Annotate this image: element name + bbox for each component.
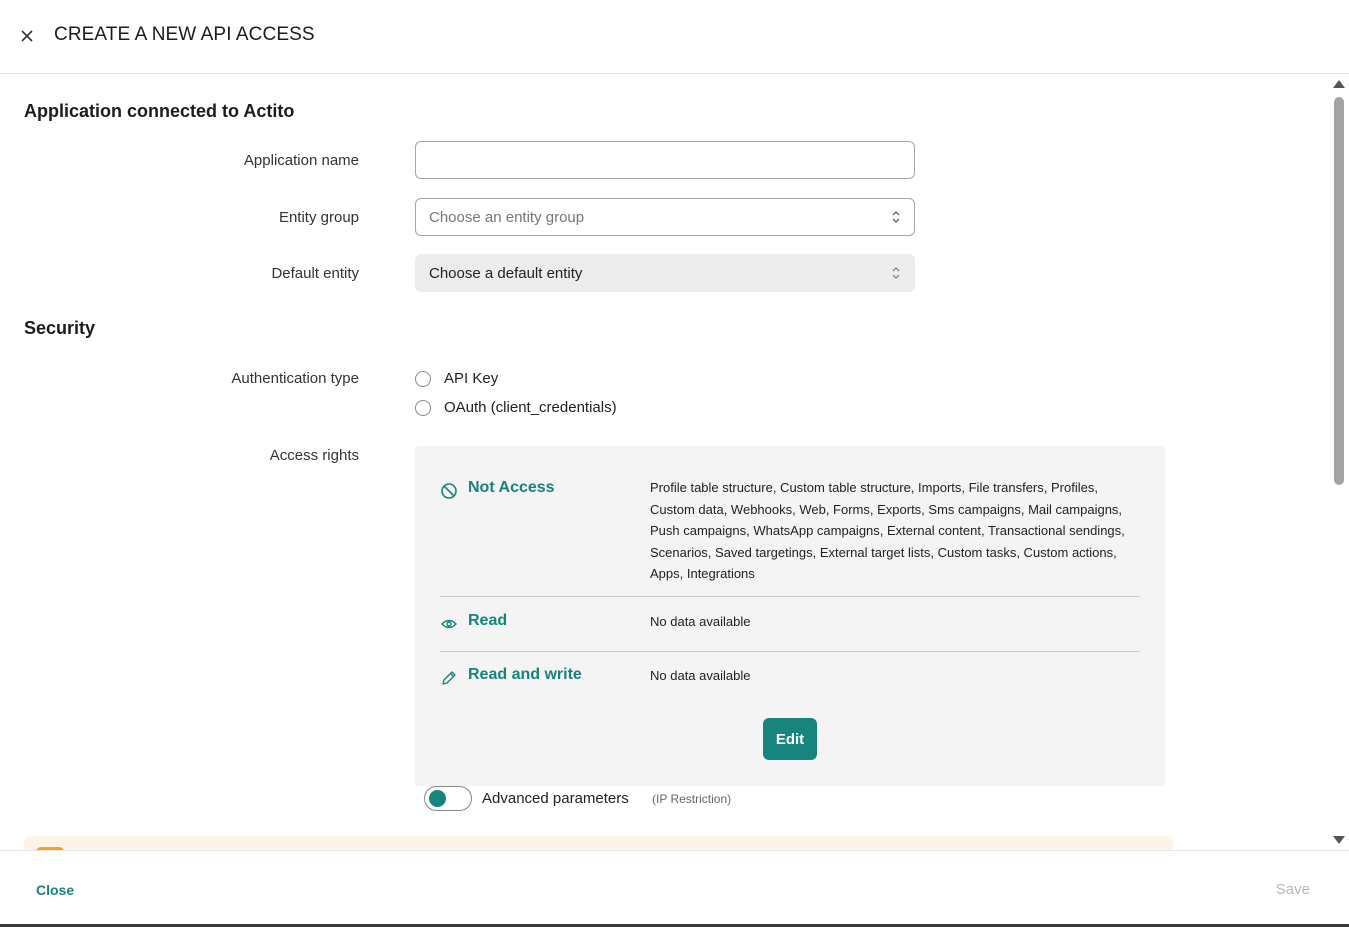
application-name-input[interactable] bbox=[415, 141, 915, 179]
section-title-application: Application connected to Actito bbox=[24, 101, 295, 121]
advanced-parameters-hint: (IP Restriction) bbox=[652, 792, 732, 806]
access-row-title: Read bbox=[468, 612, 508, 629]
close-icon[interactable] bbox=[18, 27, 36, 45]
access-row-text: No data available bbox=[650, 668, 751, 683]
block-icon bbox=[441, 483, 457, 499]
toggle-knob bbox=[429, 790, 446, 807]
entity-group-select[interactable]: Choose an entity group bbox=[415, 198, 915, 236]
divider bbox=[440, 651, 1140, 652]
access-row-title: Read and write bbox=[468, 666, 582, 683]
access-rights-label: Access rights bbox=[269, 447, 359, 464]
dialog-footer: Close Save bbox=[0, 850, 1349, 925]
entity-group-label: Entity group bbox=[278, 209, 359, 226]
scroll-up-arrow-icon[interactable] bbox=[1333, 80, 1345, 88]
eye-icon bbox=[441, 619, 457, 629]
default-entity-label: Default entity bbox=[271, 265, 359, 282]
section-title-security: Security bbox=[24, 318, 96, 338]
radio-oauth[interactable]: OAuth (client_credentials) bbox=[415, 399, 617, 416]
radio-label-api-key: API Key bbox=[444, 370, 499, 387]
radio-circle[interactable] bbox=[415, 399, 431, 416]
entity-group-placeholder: Choose an entity group bbox=[429, 208, 585, 226]
access-row-title: Not Access bbox=[468, 479, 555, 496]
radio-label-oauth: OAuth (client_credentials) bbox=[444, 399, 617, 416]
default-entity-select[interactable]: Choose a default entity bbox=[415, 254, 915, 292]
close-button[interactable]: Close bbox=[36, 882, 74, 898]
default-entity-value: Choose a default entity bbox=[429, 264, 583, 282]
scroll-down-arrow-icon[interactable] bbox=[1333, 836, 1345, 844]
advanced-parameters-label: Advanced parameters bbox=[482, 790, 629, 807]
pencil-icon bbox=[442, 671, 456, 685]
chevron-up-down-icon bbox=[892, 267, 900, 279]
authentication-type-label: Authentication type bbox=[231, 370, 359, 387]
access-row-text: No data available bbox=[650, 614, 751, 629]
access-rights-panel: Not Access Profile table structure, Cust… bbox=[415, 446, 1165, 786]
advanced-parameters-toggle[interactable] bbox=[424, 786, 472, 811]
chevron-up-down-icon bbox=[892, 211, 900, 223]
save-button[interactable]: Save bbox=[1276, 881, 1310, 898]
access-row-text: Profile table structure, Custom table st… bbox=[650, 480, 1125, 581]
application-name-label: Application name bbox=[243, 152, 359, 169]
radio-api-key[interactable]: API Key bbox=[415, 370, 498, 387]
dialog-title: CREATE A NEW API ACCESS bbox=[54, 24, 315, 45]
edit-button[interactable]: Edit bbox=[763, 718, 817, 760]
scrollbar-thumb[interactable] bbox=[1334, 97, 1344, 485]
dialog-body: Application connected to Actito Applicat… bbox=[0, 75, 1330, 850]
warning-banner bbox=[24, 836, 1173, 850]
vertical-scrollbar[interactable] bbox=[1330, 75, 1349, 850]
dialog-header: CREATE A NEW API ACCESS bbox=[0, 0, 1349, 74]
divider bbox=[440, 596, 1140, 597]
radio-circle[interactable] bbox=[415, 370, 431, 387]
